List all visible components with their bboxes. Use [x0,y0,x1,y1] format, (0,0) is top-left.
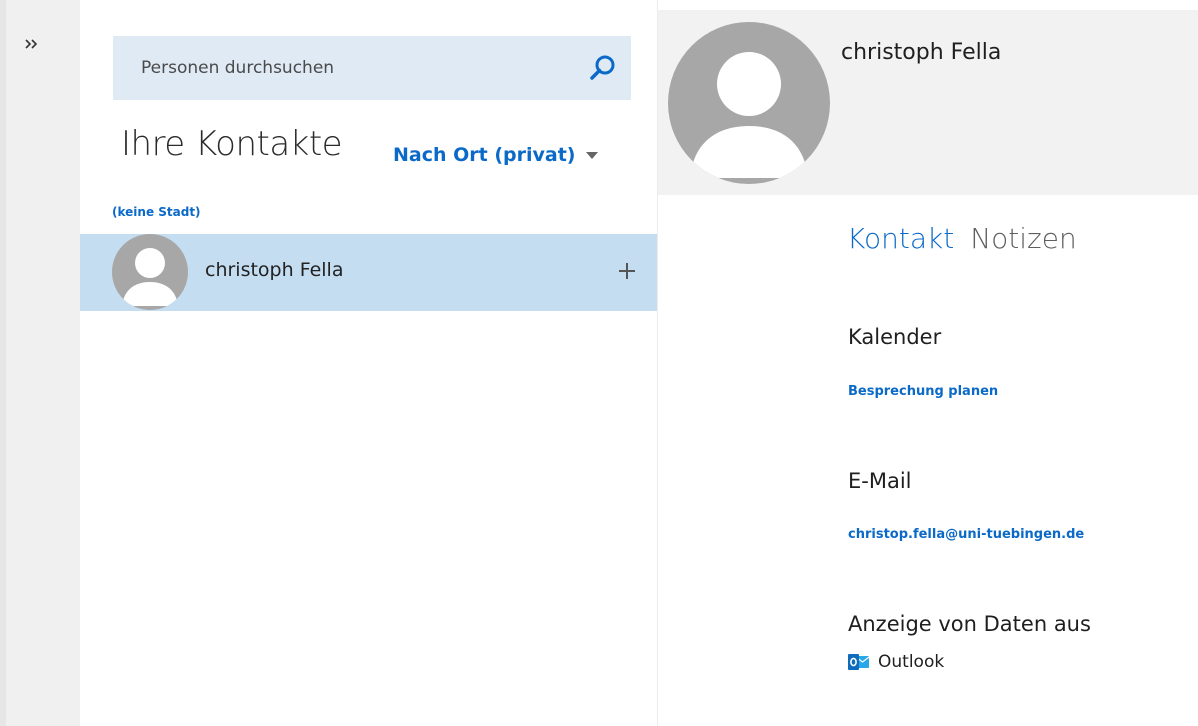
contact-list-pane: Ihre Kontakte Nach Ort (privat) (keine S… [80,0,658,726]
search-input[interactable] [113,36,573,100]
rail-background [6,0,80,726]
sort-label: Nach Ort (privat) [393,144,576,166]
list-title: Ihre Kontakte [121,124,343,164]
detail-tabs: Kontakt Notizen [847,222,1077,255]
person-avatar-icon [668,22,830,184]
person-avatar-icon [112,234,188,310]
tab-kontakt[interactable]: Kontakt [847,222,954,255]
contact-name: christoph Fella [205,259,344,281]
navigation-rail [0,0,80,726]
search-button[interactable] [587,52,619,84]
double-chevron-right-icon [25,39,38,49]
detail-contact-name: christoph Fella [841,40,1002,65]
search-icon [590,55,615,80]
search-box [113,36,631,100]
contact-row[interactable]: christoph Fella [80,234,657,311]
detail-header: christoph Fella [658,10,1198,195]
source-heading: Anzeige von Daten aus [848,612,1091,636]
group-header[interactable]: (keine Stadt) [112,205,201,219]
source-label: Outlook [878,652,945,672]
caret-down-icon [585,151,598,159]
calendar-heading: Kalender [848,325,942,349]
schedule-meeting-link[interactable]: Besprechung planen [848,384,998,399]
add-contact-button[interactable] [614,258,640,284]
sort-dropdown[interactable]: Nach Ort (privat) [393,140,598,170]
expand-rail-button[interactable] [16,30,48,58]
tab-notizen[interactable]: Notizen [970,222,1077,255]
outlook-logo-icon [848,654,870,670]
plus-icon [619,263,635,279]
email-heading: E-Mail [848,469,912,493]
contact-detail-pane: christoph Fella Kontakt Notizen Kalender… [658,0,1198,726]
email-address-link[interactable]: christop.fella@uni-tuebingen.de [848,527,1084,542]
data-source: Outlook [848,652,944,672]
